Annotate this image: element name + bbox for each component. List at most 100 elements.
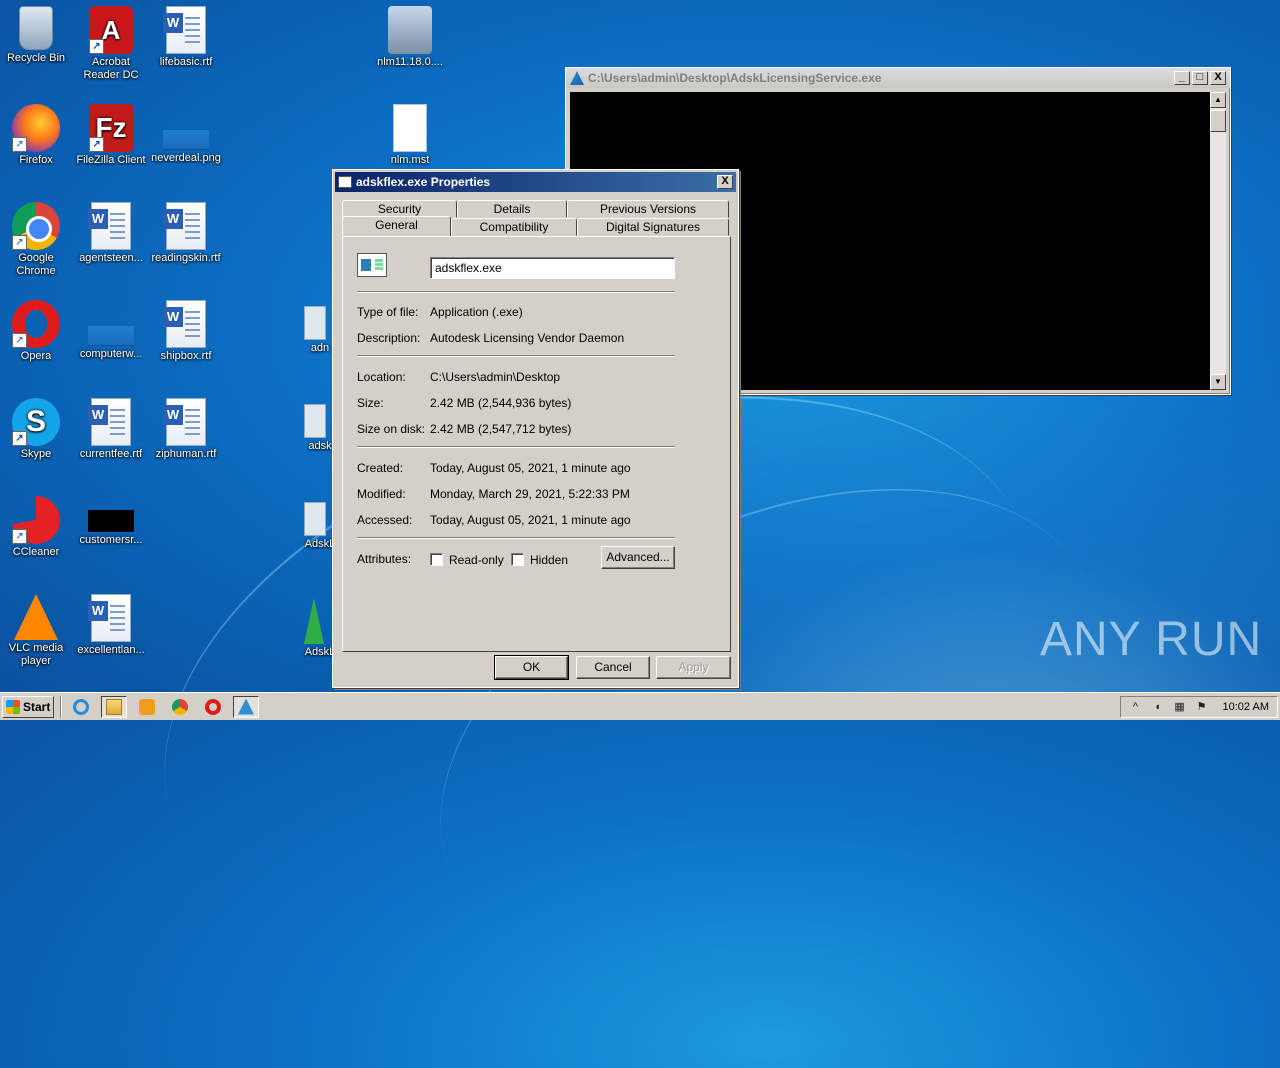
desktop-icon-acrobat[interactable]: A ↗ Acrobat Reader DC [73,6,149,82]
chrome-icon: ↗ [12,202,60,250]
desktop-icon-label: ziphuman.rtf [155,448,217,460]
desktop-icon-label: agentsteen... [79,252,143,264]
internet-explorer-icon [73,698,89,715]
start-button[interactable]: Start [2,695,54,718]
divider [357,291,675,293]
application-icon [304,404,326,438]
taskbar-autodesk[interactable] [233,695,259,718]
maximize-button[interactable]: □ [1192,71,1208,85]
network-icon[interactable]: ▦ [1173,700,1187,714]
autodesk-icon [304,598,324,644]
readonly-label[interactable]: Read-only [449,553,504,567]
accessed-value: Today, August 05, 2021, 1 minute ago [430,513,631,527]
taskbar-explorer[interactable] [101,695,127,718]
application-icon [304,306,326,340]
desktop-icon-agentsteen[interactable]: W agentsteen... [73,202,149,265]
tab-general[interactable]: General [342,216,451,236]
desktop-icon-opera[interactable]: ↗ Opera [0,300,74,363]
minimize-button[interactable]: _ [1174,71,1190,85]
desktop-icon-recycle-bin[interactable]: Recycle Bin [0,6,74,65]
desktop-icon-readingskin[interactable]: W readingskin.rtf [148,202,224,265]
desktop-icon-shipbox[interactable]: W shipbox.rtf [148,300,224,363]
taskbar-internet-explorer[interactable] [68,696,94,718]
taskbar-opera[interactable] [200,696,226,718]
scroll-down-icon[interactable]: ▼ [1210,374,1226,390]
media-player-icon [139,698,155,715]
advanced-button[interactable]: Advanced... [601,546,675,569]
desktop-icon-currentfee[interactable]: W currentfee.rtf [73,398,149,461]
desktop-icon-label: Recycle Bin [6,52,66,64]
desktop-icon-nlm-mst[interactable]: nlm.mst [372,104,448,167]
desktop-icon-lifebasic[interactable]: W lifebasic.rtf [148,6,224,69]
desktop-icon-label: readingskin.rtf [151,252,221,264]
opera-icon: ↗ [12,300,60,348]
size-label: Size: [357,396,384,410]
close-button[interactable]: X [1210,71,1226,85]
scroll-up-icon[interactable]: ▲ [1210,92,1226,108]
taskbar-media-player[interactable] [134,696,160,718]
tray-expand-icon[interactable]: ^ [1129,700,1143,714]
desktop-icon-filezilla[interactable]: Fz ↗ FileZilla Client [73,104,149,167]
image-file-icon [163,130,209,150]
action-center-flag-icon[interactable]: ⚑ [1195,700,1209,714]
hidden-label[interactable]: Hidden [530,553,568,567]
dialog-close-button[interactable]: X [717,175,733,189]
autodesk-icon [570,71,584,85]
desktop-icon-label: Firefox [19,154,53,166]
desktop-icon-nlm-setup[interactable]: nlm11.18.0.... [372,6,448,69]
desktop-icon-chrome[interactable]: ↗ Google Chrome [0,202,74,278]
vertical-scrollbar[interactable]: ▲ ▼ [1210,92,1226,390]
desktop-icon-customersr[interactable]: customersr... [73,496,149,547]
desktop-icon-firefox[interactable]: ↗ Firefox [0,104,74,167]
desktop-icon-computerw[interactable]: computerw... [73,300,149,361]
desktop-icon-ziphuman[interactable]: W ziphuman.rtf [148,398,224,461]
general-tab-panel: adskflex.exe Type of file: Application (… [342,236,731,652]
desktop-icon-excellentlan[interactable]: W excellentlan... [73,594,149,657]
word-document-icon: W [88,398,131,446]
tab-details[interactable]: Details [457,200,567,218]
desktop-icon-vlc[interactable]: VLC media player [0,594,74,668]
tab-compatibility[interactable]: Compatibility [451,218,577,236]
ok-button[interactable]: OK [494,655,569,680]
file-name-input[interactable]: adskflex.exe [430,257,675,279]
console-titlebar[interactable]: C:\Users\admin\Desktop\AdskLicensingServ… [566,68,1230,88]
word-document-icon: W [88,202,131,250]
image-file-icon [88,510,134,532]
size-value: 2.42 MB (2,544,936 bytes) [430,396,572,410]
setup-installer-icon [388,6,432,54]
readonly-checkbox[interactable] [430,553,443,566]
description-value: Autodesk Licensing Vendor Daemon [430,331,625,345]
application-icon [304,502,326,536]
vlc-icon [14,594,58,640]
taskbar-chrome[interactable] [167,696,193,718]
apply-button[interactable]: Apply [656,656,731,679]
watermark-text: ANY RUN [1040,613,1263,666]
cancel-button[interactable]: Cancel [576,656,650,679]
tab-digital-signatures[interactable]: Digital Signatures [577,218,729,236]
dialog-titlebar[interactable]: adskflex.exe Properties X [335,172,736,192]
taskbar: Start ^ ◖ ▦ ⚑ 10:02 AM [0,692,1280,720]
console-title: C:\Users\admin\Desktop\AdskLicensingServ… [588,71,882,85]
file-icon [393,104,427,152]
desktop-icon-ccleaner[interactable]: ↗ CCleaner [0,496,74,559]
desktop-icon-label: nlm11.18.0.... [377,56,443,68]
desktop-icon-label: currentfee.rtf [79,448,143,460]
properties-dialog[interactable]: adskflex.exe Properties X Security Detai… [332,169,739,688]
acrobat-icon: A ↗ [89,6,133,54]
desktop-icon-label: Opera [20,350,52,362]
created-value: Today, August 05, 2021, 1 minute ago [430,461,631,475]
clock[interactable]: 10:02 AM [1223,701,1269,713]
location-value: C:\Users\admin\Desktop [430,370,561,384]
desktop-icon-neverdeal[interactable]: neverdeal.png [148,104,224,165]
desktop-icon-skype[interactable]: S ↗ Skype [0,398,74,461]
volume-icon[interactable]: ◖ [1151,700,1165,714]
windows-logo-icon [6,699,20,714]
type-label: Type of file: [357,305,419,319]
word-document-icon: W [163,398,206,446]
tab-previous-versions[interactable]: Previous Versions [567,200,729,218]
scroll-thumb[interactable] [1210,110,1226,132]
word-document-icon: W [88,594,131,642]
description-label: Description: [357,331,421,345]
hidden-checkbox[interactable] [511,553,524,566]
filezilla-icon: Fz ↗ [89,104,133,152]
